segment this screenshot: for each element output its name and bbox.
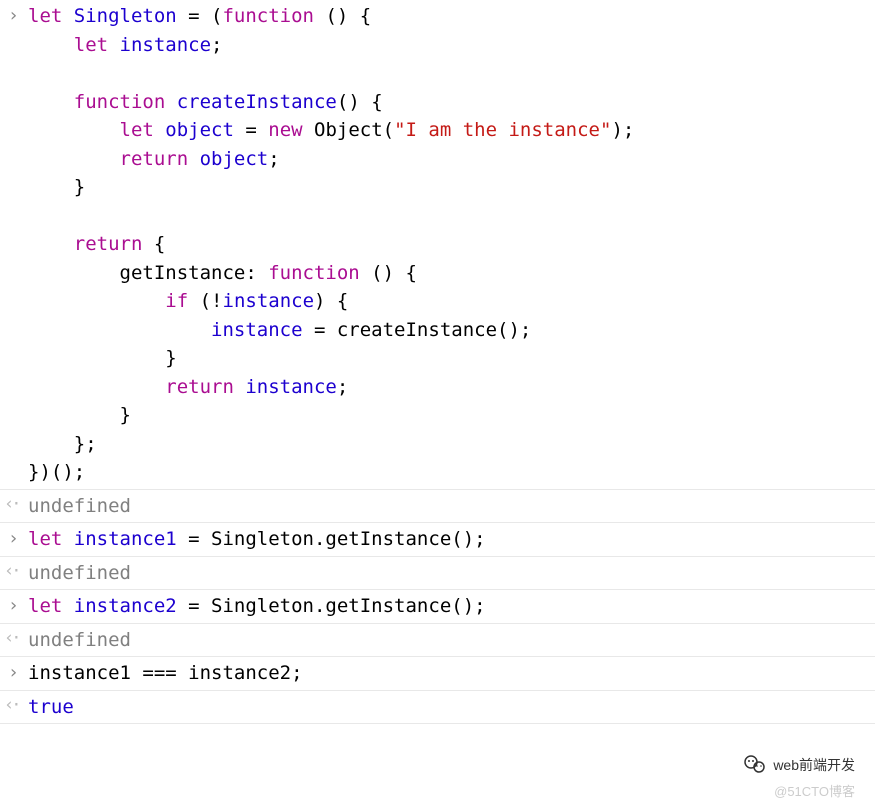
wechat-attribution: web前端开发 <box>743 753 855 777</box>
code-content: instance1 === instance2; <box>28 662 303 684</box>
code-content: undefined <box>28 562 131 584</box>
watermark-text: @51CTO博客 <box>774 782 855 802</box>
code-content: let instance2 = Singleton.getInstance(); <box>28 595 486 617</box>
console-output-line: true <box>0 691 875 725</box>
wechat-icon <box>743 753 767 777</box>
console-input-line: let instance1 = Singleton.getInstance(); <box>0 523 875 557</box>
code-content: let instance1 = Singleton.getInstance(); <box>28 528 486 550</box>
code-content: true <box>28 696 74 718</box>
code-content: undefined <box>28 629 131 651</box>
code-content: undefined <box>28 495 131 517</box>
wechat-label: web前端开发 <box>773 755 855 776</box>
console-output-line: undefined <box>0 624 875 658</box>
console-output-line: undefined <box>0 557 875 591</box>
console-input-line: let Singleton = (function () { let insta… <box>0 0 875 490</box>
console-input-line: instance1 === instance2; <box>0 657 875 691</box>
console-input-line: let instance2 = Singleton.getInstance(); <box>0 590 875 624</box>
devtools-console: let Singleton = (function () { let insta… <box>0 0 875 724</box>
code-content: let Singleton = (function () { let insta… <box>28 5 634 483</box>
console-output-line: undefined <box>0 490 875 524</box>
